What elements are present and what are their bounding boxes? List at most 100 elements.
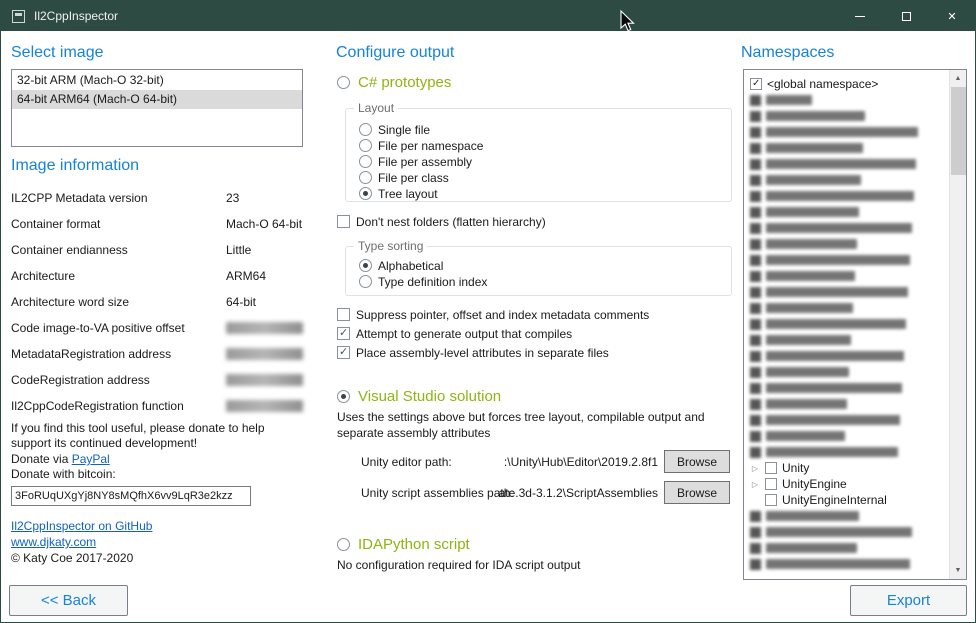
bitcoin-label: Donate with bitcoin: — [11, 467, 303, 482]
redacted-namespace-row — [750, 508, 949, 524]
namespace-list[interactable]: <global namespace> ▷Unity▷UnityEngineUnit… — [743, 69, 967, 580]
output-checkbox-row[interactable]: Attempt to generate output that compiles — [337, 326, 649, 341]
csharp-prototypes-option[interactable]: C# prototypes — [337, 73, 451, 91]
image-list-item[interactable]: 64-bit ARM64 (Mach-O 64-bit) — [12, 90, 302, 109]
info-label: Container format — [11, 217, 226, 231]
unity-editor-browse-button[interactable]: Browse — [664, 450, 730, 473]
namespace-label: UnityEngineInternal — [782, 493, 887, 507]
sorting-option-row[interactable]: Alphabetical — [359, 258, 731, 273]
title-bar[interactable]: Il2CppInspector ✕ — [1, 1, 975, 31]
namespace-row[interactable]: ▷UnityEngine — [750, 476, 949, 492]
visual-studio-radio[interactable] — [337, 390, 350, 403]
redacted-label — [766, 431, 845, 441]
export-button[interactable]: Export — [850, 585, 967, 616]
image-listbox[interactable]: 32-bit ARM (Mach-O 32-bit)64-bit ARM64 (… — [11, 69, 303, 147]
window-title: Il2CppInspector — [34, 9, 118, 23]
sorting-option-radio[interactable] — [359, 259, 372, 272]
scroll-down-icon[interactable]: ▼ — [950, 562, 966, 579]
github-link[interactable]: Il2CppInspector on GitHub — [11, 519, 152, 533]
layout-option-radio[interactable] — [359, 139, 372, 152]
output-checkbox[interactable] — [337, 346, 350, 359]
output-checkbox-label: Attempt to generate output that compiles — [356, 327, 572, 341]
redacted-label — [766, 447, 898, 457]
redacted-checkbox — [750, 303, 761, 314]
sorting-option-radio[interactable] — [359, 275, 372, 288]
namespace-checkbox[interactable] — [765, 462, 777, 474]
namespace-row[interactable]: ▷Unity — [750, 460, 949, 476]
namespace-checkbox[interactable] — [765, 494, 777, 506]
output-checkbox-row[interactable]: Suppress pointer, offset and index metad… — [337, 307, 649, 322]
expander-icon[interactable]: ▷ — [750, 480, 760, 489]
layout-option-row[interactable]: File per assembly — [359, 154, 731, 169]
layout-option-row[interactable]: File per class — [359, 170, 731, 185]
namespace-scrollbar[interactable]: ▲ ▼ — [949, 70, 966, 579]
unity-editor-path-value[interactable]: :\Unity\Hub\Editor\2019.2.8f1 — [456, 455, 658, 469]
redacted-checkbox — [750, 447, 761, 458]
redacted-namespace-row — [750, 172, 949, 188]
paypal-link[interactable]: PayPal — [72, 452, 110, 466]
layout-option-radio[interactable] — [359, 187, 372, 200]
layout-option-radio[interactable] — [359, 155, 372, 168]
redacted-namespace-row — [750, 204, 949, 220]
namespace-checkbox[interactable] — [765, 478, 777, 490]
redacted-checkbox — [750, 95, 761, 106]
bitcoin-address-input[interactable] — [11, 486, 251, 506]
output-checkbox[interactable] — [337, 327, 350, 340]
layout-option-row[interactable]: File per namespace — [359, 138, 731, 153]
scroll-up-icon[interactable]: ▲ — [950, 70, 966, 87]
minimize-button[interactable] — [837, 1, 883, 31]
layout-option-radio[interactable] — [359, 171, 372, 184]
scrollbar-thumb[interactable] — [951, 87, 966, 175]
layout-option-row[interactable]: Tree layout — [359, 186, 731, 201]
info-row: Container formatMach-O 64-bit — [11, 211, 303, 237]
visual-studio-option[interactable]: Visual Studio solution — [337, 387, 501, 405]
namespace-row[interactable]: <global namespace> — [750, 76, 949, 92]
redacted-checkbox — [750, 143, 761, 154]
redacted-namespace-row — [750, 364, 949, 380]
idapython-option[interactable]: IDAPython script — [337, 535, 470, 553]
redacted-namespace-row — [750, 268, 949, 284]
layout-option-label: File per namespace — [378, 139, 483, 153]
image-list-item[interactable]: 32-bit ARM (Mach-O 32-bit) — [12, 71, 302, 90]
redacted-label — [766, 207, 859, 217]
info-label: Container endianness — [11, 243, 226, 257]
redacted-checkbox — [750, 383, 761, 394]
redacted-checkbox — [750, 111, 761, 122]
sorting-option-row[interactable]: Type definition index — [359, 274, 731, 289]
unity-assemblies-path-value[interactable]: ate.3d-3.1.2\ScriptAssemblies — [456, 486, 658, 500]
redacted-namespace-row — [750, 348, 949, 364]
namespace-list-content: <global namespace> ▷Unity▷UnityEngineUnit… — [744, 70, 949, 579]
redacted-value — [226, 322, 303, 334]
layout-option-radio[interactable] — [359, 123, 372, 136]
redacted-namespace-row — [750, 332, 949, 348]
type-sorting-groupbox-title: Type sorting — [354, 239, 427, 253]
unity-assemblies-browse-button[interactable]: Browse — [664, 481, 730, 504]
redacted-label — [766, 111, 865, 121]
back-button[interactable]: << Back — [9, 585, 128, 616]
redacted-checkbox — [750, 207, 761, 218]
output-checkboxes: Suppress pointer, offset and index metad… — [337, 307, 649, 360]
redacted-value — [226, 348, 303, 360]
close-button[interactable]: ✕ — [929, 1, 975, 31]
visual-studio-label: Visual Studio solution — [358, 388, 501, 405]
output-checkbox-label: Place assembly-level attributes in separ… — [356, 346, 609, 360]
flatten-checkbox-row[interactable]: Don't nest folders (flatten hierarchy) — [337, 214, 546, 229]
redacted-label — [766, 239, 857, 249]
namespace-checkbox[interactable] — [750, 78, 762, 90]
redacted-namespace-row — [750, 156, 949, 172]
redacted-checkbox — [750, 415, 761, 426]
output-checkbox[interactable] — [337, 308, 350, 321]
redacted-namespace-row — [750, 124, 949, 140]
idapython-radio[interactable] — [337, 538, 350, 551]
info-row: Container endiannessLittle — [11, 237, 303, 263]
expander-icon[interactable]: ▷ — [750, 464, 760, 473]
csharp-prototypes-radio[interactable] — [337, 76, 350, 89]
output-checkbox-row[interactable]: Place assembly-level attributes in separ… — [337, 345, 649, 360]
redacted-value — [226, 374, 303, 386]
website-link[interactable]: www.djkaty.com — [11, 535, 96, 549]
layout-option-row[interactable]: Single file — [359, 122, 731, 137]
layout-option-label: File per class — [378, 171, 449, 185]
flatten-checkbox[interactable] — [337, 215, 350, 228]
maximize-button[interactable] — [883, 1, 929, 31]
namespace-row[interactable]: UnityEngineInternal — [750, 492, 949, 508]
